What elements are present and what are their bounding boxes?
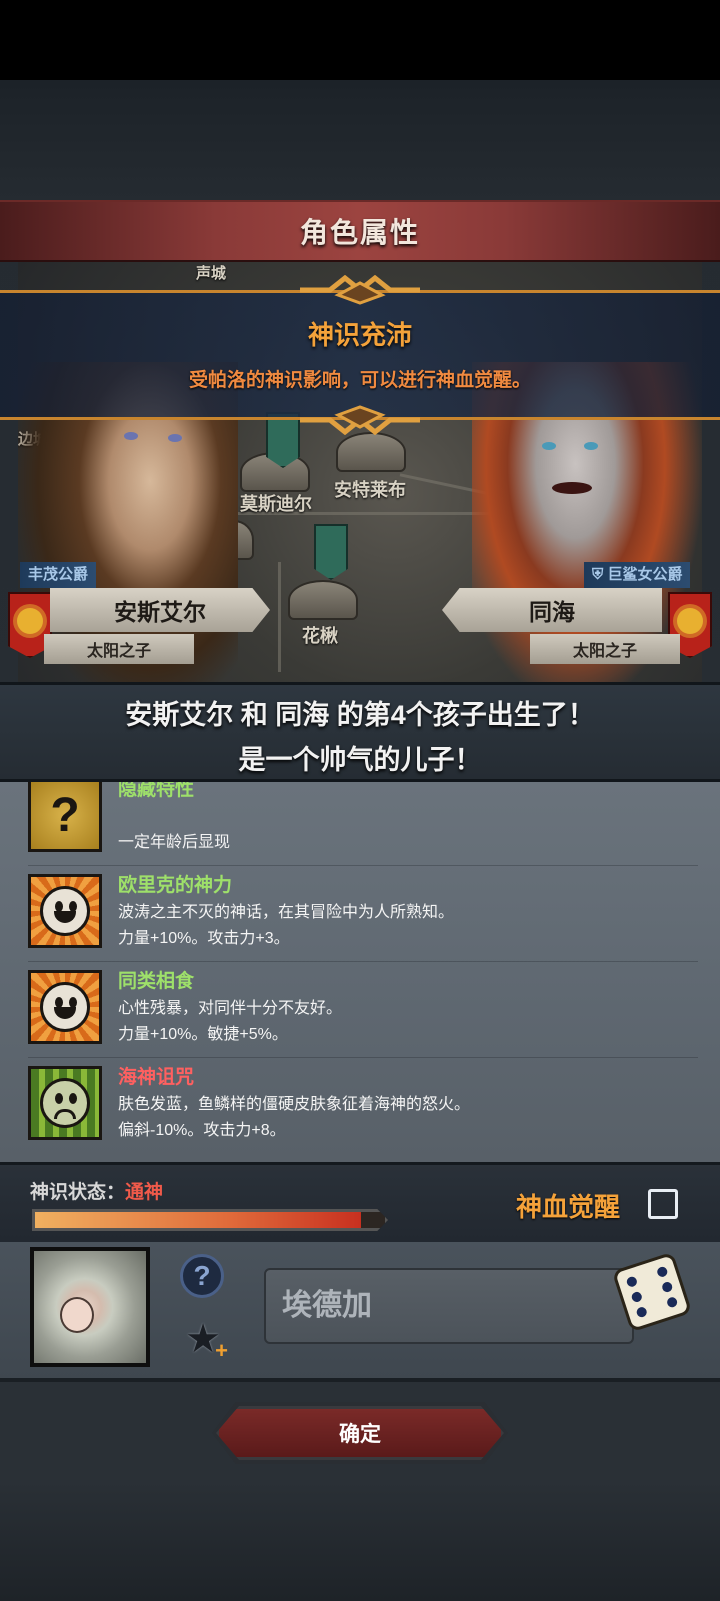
trait-desc-line-2: 一定年龄后显现 <box>118 834 231 851</box>
question-mark-icon: ? <box>28 782 102 852</box>
divine-state-value: 通神 <box>125 1182 164 1203</box>
trait-name: 隐藏特性 <box>118 782 195 800</box>
trait-desc-line-1: 波涛之主不灭的神话，在其冒险中为人所熟知。 <box>118 904 455 921</box>
map-banner <box>314 524 348 580</box>
father-epithet: 太阳之子 <box>44 634 194 664</box>
banner-title: 神识充沛 <box>307 320 412 350</box>
map-label: 安特莱布 <box>334 480 406 500</box>
sun-icon <box>17 608 43 634</box>
help-button[interactable]: ? <box>180 1254 224 1298</box>
announcement-line-1: 安斯艾尔 和 同海 的第4个孩子出生了！ <box>125 700 595 730</box>
trait-name: 海神诅咒 <box>118 1067 195 1088</box>
trait-desc-line-2: 偏斜-10%。攻击力+8。 <box>118 1122 286 1139</box>
map-label: 声城 <box>196 265 227 282</box>
sun-icon <box>677 608 703 634</box>
father-name: 安斯艾尔 <box>114 599 206 625</box>
trait-item[interactable]: 海神诅咒 肤色发蓝，鱼鳞样的僵硬皮肤象征着海神的怒火。 偏斜-10%。攻击力+8… <box>28 1058 698 1154</box>
trait-item[interactable]: 同类相食 心性残暴，对同伴十分不友好。 力量+10%。敏捷+5%。 <box>28 962 698 1058</box>
divine-state-label: 神识状态：通神 <box>30 1182 164 1203</box>
mother-epithet: 太阳之子 <box>530 634 680 664</box>
divine-progress-bar <box>32 1209 388 1231</box>
sad-face-icon <box>28 1066 102 1140</box>
shield-icon: ⛨ <box>592 566 604 583</box>
child-name-field[interactable]: 埃德加 <box>264 1268 634 1344</box>
banner-text: 受帕洛的神识影响，可以进行神血觉醒。 <box>188 370 531 391</box>
divine-state-panel: 神识状态：通神 神血觉醒 <box>0 1162 720 1242</box>
mother-title: ⛨ 巨鲨女公爵 <box>584 562 691 588</box>
father-name-plate[interactable]: 安斯艾尔 <box>50 588 270 632</box>
birth-announcement: 安斯艾尔 和 同海 的第4个孩子出生了！ 是一个帅气的儿子！ <box>0 682 720 782</box>
awaken-label: 神血觉醒 <box>516 1192 621 1222</box>
trait-name: 同类相食 <box>118 971 195 992</box>
trait-name: 欧里克的神力 <box>118 875 233 896</box>
happy-face-icon <box>28 874 102 948</box>
divine-progress-fill <box>35 1212 361 1228</box>
trait-desc-line-2: 力量+10%。敏捷+5%。 <box>118 1026 288 1043</box>
trait-item[interactable]: ? 隐藏特性 一定年龄后显现 <box>28 782 698 866</box>
announcement-line-2: 是一个帅气的儿子！ <box>238 745 482 775</box>
game-screen: 角色属性 莫斯迪尔 安特莱布 花楸 声城 边城 神识充沛 <box>0 0 720 1601</box>
trait-desc-line-1 <box>118 804 230 830</box>
title-bar: 角色属性 <box>0 200 720 262</box>
ornament-icon <box>300 275 420 305</box>
page-title: 角色属性 <box>299 217 420 248</box>
awaken-checkbox[interactable] <box>648 1189 678 1219</box>
confirm-button[interactable]: 确定 <box>216 1406 504 1460</box>
happy-face-icon <box>28 970 102 1044</box>
trait-item[interactable]: 欧里克的神力 波涛之主不灭的神话，在其冒险中为人所熟知。 力量+10%。攻击力+… <box>28 866 698 962</box>
map-label: 莫斯迪尔 <box>240 494 312 514</box>
map-banner <box>266 412 300 468</box>
map-house <box>288 580 358 620</box>
mother-name-plate[interactable]: 同海 <box>442 588 662 632</box>
trait-desc-line-1: 肤色发蓝，鱼鳞样的僵硬皮肤象征着海神的怒火。 <box>118 1096 471 1113</box>
add-star-button[interactable]: ★ + <box>180 1316 228 1362</box>
ornament-icon <box>300 405 420 435</box>
map-label: 花楸 <box>302 626 338 646</box>
trait-desc-line-1: 心性残暴，对同伴十分不友好。 <box>118 1000 343 1017</box>
father-title: 丰茂公爵 <box>20 562 97 588</box>
child-panel: ? ★ + 埃德加 <box>0 1242 720 1382</box>
divine-banner: 神识充沛 受帕洛的神识影响，可以进行神血觉醒。 <box>0 275 720 435</box>
map-house <box>336 432 406 472</box>
baby-portrait <box>30 1247 150 1367</box>
trait-desc-line-2: 力量+10%。攻击力+3。 <box>118 930 290 947</box>
traits-list[interactable]: ? 隐藏特性 一定年龄后显现 欧里克的神力 波涛之主不灭的神话，在其冒险中为人所… <box>0 782 720 1162</box>
mother-name: 同海 <box>529 599 575 625</box>
